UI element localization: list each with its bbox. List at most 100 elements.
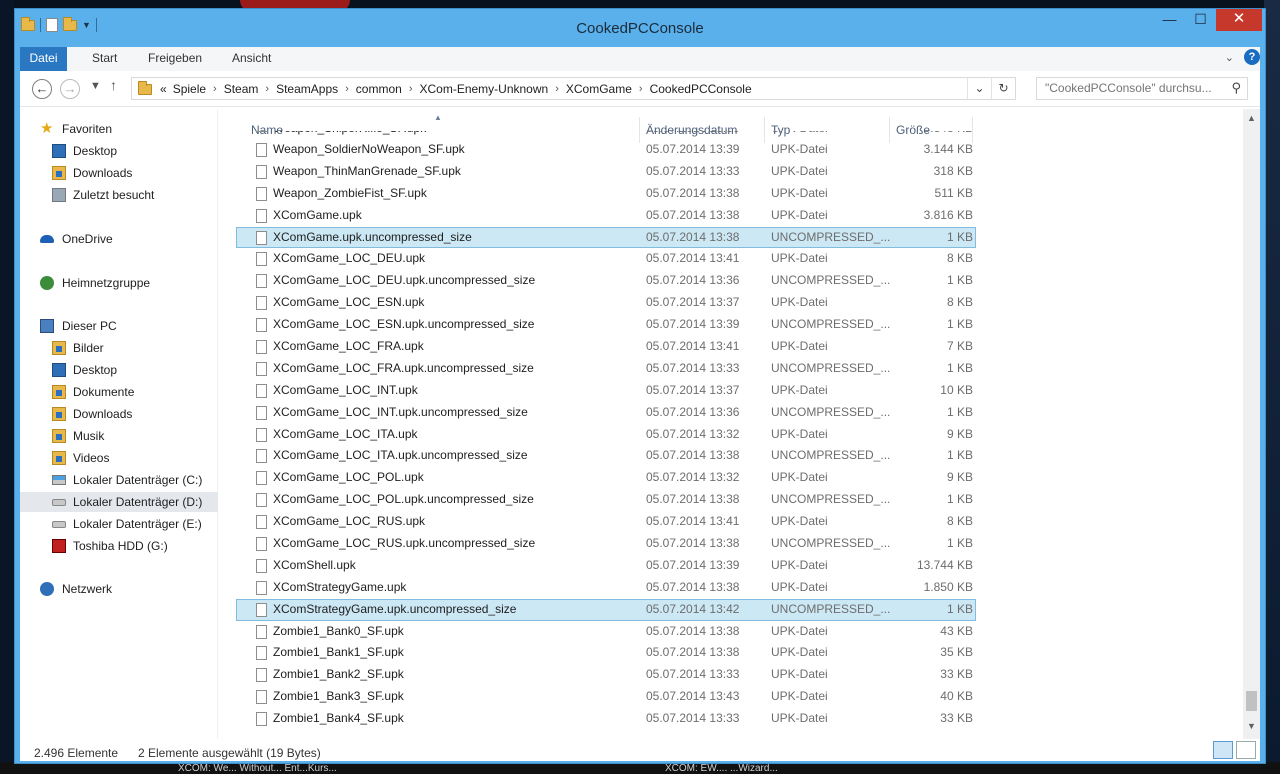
file-row[interactable]: XComGame_LOC_ESN.upk 05.07.2014 13:37 UPK-… xyxy=(236,292,976,314)
file-name[interactable]: XComGame_LOC_FRA.upk.uncompressed_size xyxy=(273,358,534,380)
vertical-scrollbar[interactable]: ▲ ▼ xyxy=(1243,109,1260,739)
file-row[interactable]: XComGame_LOC_INT.upk.uncompressed_size 05… xyxy=(236,402,976,424)
file-name[interactable]: Zombie1_Bank2_SF.upk xyxy=(273,664,404,686)
chevron-right-icon[interactable]: › xyxy=(555,83,559,95)
file-row[interactable]: XComGame_LOC_DEU.upk.uncompressed_size 05… xyxy=(236,270,976,292)
breadcrumb-cookedpcconsole[interactable]: CookedPCConsole xyxy=(650,82,752,96)
nav-drive-c[interactable]: Lokaler Datenträger (C:) xyxy=(20,470,218,490)
search-input[interactable] xyxy=(1045,81,1225,95)
help-icon[interactable]: ? xyxy=(1244,49,1260,65)
file-name[interactable]: Weapon_ZombieFist_SF.upk xyxy=(273,183,427,205)
nav-fav-desktop[interactable]: Desktop xyxy=(20,141,218,161)
maximize-button[interactable]: ☐ xyxy=(1185,9,1216,31)
nav-drive-g[interactable]: Toshiba HDD (G:) xyxy=(20,536,218,556)
nav-fav-downloads[interactable]: Downloads xyxy=(20,163,218,183)
scroll-thumb[interactable] xyxy=(1246,691,1257,711)
file-name[interactable]: XComGame_LOC_POL.upk.uncompressed_size xyxy=(273,489,534,511)
file-name[interactable]: XComGame_LOC_ESN.upk.uncompressed_size xyxy=(273,314,534,336)
back-button[interactable]: ← xyxy=(32,79,52,99)
expand-ribbon-icon[interactable]: ⌄ xyxy=(1225,51,1234,64)
file-row[interactable]: XComGame_LOC_POL.upk.uncompressed_size 05… xyxy=(236,489,976,511)
chevron-right-icon[interactable]: › xyxy=(639,83,643,95)
nav-pc-desktop[interactable]: Desktop xyxy=(20,360,218,380)
file-row[interactable]: XComGame.upk 05.07.2014 13:38 UPK-Datei 3.8… xyxy=(236,205,976,227)
file-name[interactable]: XComGame_LOC_DEU.upk.uncompressed_size xyxy=(273,270,535,292)
chevron-right-icon[interactable]: › xyxy=(409,83,413,95)
file-name[interactable]: XComGame_LOC_INT.upk.uncompressed_size xyxy=(273,402,528,424)
file-name[interactable]: XComGame_LOC_INT.upk xyxy=(273,380,418,402)
file-row[interactable]: Weapon_SoldierNoWeapon_SF.upk 05.07.2014 … xyxy=(236,139,976,161)
nav-pc-downloads[interactable]: Downloads xyxy=(20,404,218,424)
recent-locations-icon[interactable]: ▼ xyxy=(90,80,101,92)
file-name[interactable]: XComGame_LOC_DEU.upk xyxy=(273,248,425,270)
nav-pc-dokumente[interactable]: Dokumente xyxy=(20,382,218,402)
details-view-icon[interactable] xyxy=(1213,741,1233,759)
file-name[interactable]: Weapon_SoldierNoWeapon_SF.upk xyxy=(273,139,465,161)
file-name[interactable]: Zombie1_Bank3_SF.upk xyxy=(273,686,404,708)
search-box[interactable]: ⚲ xyxy=(1036,77,1248,100)
nav-fav-recent[interactable]: Zuletzt besucht xyxy=(20,185,218,205)
nav-onedrive[interactable]: OneDrive xyxy=(20,229,218,249)
chevron-right-icon[interactable]: › xyxy=(265,83,269,95)
file-name[interactable]: XComShell.upk xyxy=(273,555,356,577)
file-row[interactable]: XComGame_LOC_ITA.upk 05.07.2014 13:32 UPK-… xyxy=(236,424,976,446)
file-row[interactable]: XComGame_LOC_FRA.upk.uncompressed_size 05… xyxy=(236,358,976,380)
file-row[interactable]: XComStrategyGame.upk.uncompressed_size 05… xyxy=(236,598,976,621)
forward-button[interactable]: → xyxy=(60,79,80,99)
file-row[interactable]: XComGame_LOC_ESN.upk.uncompressed_size 05… xyxy=(236,314,976,336)
file-name[interactable]: Zombie1_Bank1_SF.upk xyxy=(273,642,404,664)
breadcrumb-xcomgame[interactable]: XComGame xyxy=(566,82,632,96)
breadcrumb-steamapps[interactable]: SteamApps xyxy=(276,82,338,96)
file-row[interactable]: XComShell.upk 05.07.2014 13:39 UPK-Datei 13… xyxy=(236,555,976,577)
file-row[interactable]: XComGame_LOC_RUS.upk.uncompressed_size 05… xyxy=(236,533,976,555)
address-bar[interactable]: « Spiele › Steam › SteamApps › common › XCom… xyxy=(131,77,1016,100)
file-row[interactable]: XComGame_LOC_ITA.upk.uncompressed_size 05… xyxy=(236,445,976,467)
tab-freigeben[interactable]: Freigeben xyxy=(148,47,202,71)
breadcrumb-steam[interactable]: Steam xyxy=(224,82,259,96)
nav-favorites[interactable]: ★ Favoriten xyxy=(20,119,218,139)
up-button[interactable]: ↑ xyxy=(110,77,117,93)
nav-this-pc[interactable]: Dieser PC xyxy=(20,316,218,336)
file-name[interactable]: XComGame_LOC_ITA.upk xyxy=(273,424,418,446)
nav-pc-bilder[interactable]: Bilder xyxy=(20,338,218,358)
file-row[interactable]: Zombie1_Bank0_SF.upk 05.07.2014 13:38 UPK-… xyxy=(236,621,976,643)
file-name[interactable]: XComGame.upk.uncompressed_size xyxy=(273,227,472,249)
chevron-right-icon[interactable]: › xyxy=(345,83,349,95)
scroll-up-icon[interactable]: ▲ xyxy=(1243,113,1260,123)
title-bar[interactable]: ▼ CookedPCConsole — ☐ ✕ xyxy=(15,9,1265,47)
file-name[interactable]: XComGame_LOC_RUS.upk xyxy=(273,511,425,533)
refresh-icon[interactable]: ↻ xyxy=(991,78,1015,99)
search-icon[interactable]: ⚲ xyxy=(1231,80,1241,96)
tab-datei[interactable]: Datei xyxy=(20,47,67,71)
file-row[interactable]: Zombie1_Bank3_SF.upk 05.07.2014 13:43 UPK-… xyxy=(236,686,976,708)
file-row[interactable]: XComGame_LOC_RUS.upk 05.07.2014 13:41 UPK-… xyxy=(236,511,976,533)
file-name[interactable]: XComGame_LOC_ESN.upk xyxy=(273,292,424,314)
scroll-down-icon[interactable]: ▼ xyxy=(1243,721,1260,731)
file-name[interactable]: XComGame_LOC_FRA.upk xyxy=(273,336,424,358)
breadcrumb-common[interactable]: common xyxy=(356,82,402,96)
file-name[interactable]: XComGame_LOC_ITA.upk.uncompressed_size xyxy=(273,445,528,467)
breadcrumb-overflow[interactable]: « xyxy=(160,82,167,96)
nav-drive-d[interactable]: Lokaler Datenträger (D:) xyxy=(20,492,218,512)
file-name[interactable]: XComGame_LOC_RUS.upk.uncompressed_size xyxy=(273,533,535,555)
file-row[interactable]: XComGame_LOC_POL.upk 05.07.2014 13:32 UPK-… xyxy=(236,467,976,489)
nav-pc-videos[interactable]: Videos xyxy=(20,448,218,468)
nav-network[interactable]: Netzwerk xyxy=(20,579,218,599)
file-row[interactable]: XComGame.upk.uncompressed_size 05.07.2014… xyxy=(236,226,976,249)
file-row[interactable]: Weapon_ThinManGrenade_SF.upk 05.07.2014 1… xyxy=(236,161,976,183)
file-name[interactable]: XComGame.upk xyxy=(273,205,362,227)
chevron-right-icon[interactable]: › xyxy=(213,83,217,95)
file-name[interactable]: Zombie1_Bank0_SF.upk xyxy=(273,621,404,643)
file-row[interactable]: Zombie1_Bank4_SF.upk 05.07.2014 13:33 UPK-… xyxy=(236,708,976,730)
large-icons-view-icon[interactable] xyxy=(1236,741,1256,759)
file-row[interactable]: Zombie1_Bank1_SF.upk 05.07.2014 13:38 UPK-… xyxy=(236,642,976,664)
nav-drive-e[interactable]: Lokaler Datenträger (E:) xyxy=(20,514,218,534)
file-name[interactable]: XComGame_LOC_POL.upk xyxy=(273,467,424,489)
file-row[interactable]: Weapon_ZombieFist_SF.upk 05.07.2014 13:38… xyxy=(236,183,976,205)
file-row[interactable]: Weapon_SniperRifle_SF.upk 05.07.2014 13:3… xyxy=(236,131,976,139)
breadcrumb-spiele[interactable]: Spiele xyxy=(173,82,206,96)
file-row[interactable]: XComGame_LOC_FRA.upk 05.07.2014 13:41 UPK-… xyxy=(236,336,976,358)
tab-start[interactable]: Start xyxy=(92,47,117,71)
address-dropdown-icon[interactable]: ⌄ xyxy=(967,78,991,99)
file-row[interactable]: Zombie1_Bank2_SF.upk 05.07.2014 13:33 UPK-… xyxy=(236,664,976,686)
